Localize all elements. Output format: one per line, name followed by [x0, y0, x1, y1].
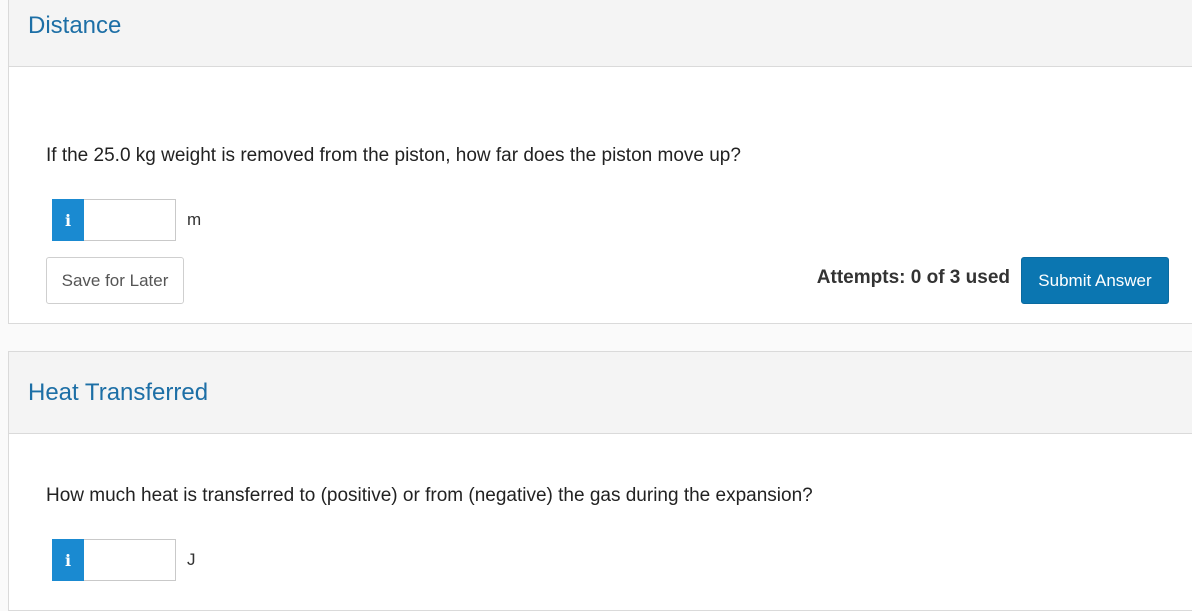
heat-transferred-card-header: Heat Transferred [9, 352, 1192, 434]
info-button-distance[interactable]: i [52, 199, 84, 241]
attempts-counter: Attempts: 0 of 3 used [816, 267, 1010, 288]
unit-label-distance: m [187, 210, 202, 229]
distance-card: Distance If the 25.0 kg weight is remove… [8, 0, 1192, 324]
unit-label-heat-transferred: J [187, 550, 196, 569]
answer-row-distance: i m [52, 199, 201, 241]
question-text-distance: If the 25.0 kg weight is removed from th… [46, 145, 741, 166]
info-icon: i [64, 210, 72, 230]
answer-input-distance[interactable] [84, 199, 176, 241]
answer-input-heat-transferred[interactable] [84, 539, 176, 581]
info-button-heat-transferred[interactable]: i [52, 539, 84, 581]
heat-transferred-card: Heat Transferred How much heat is transf… [8, 351, 1192, 611]
save-for-later-button[interactable]: Save for Later [46, 257, 184, 304]
distance-card-header: Distance [9, 0, 1192, 67]
question-text-heat-transferred: How much heat is transferred to (positiv… [46, 485, 813, 506]
submit-answer-button[interactable]: Submit Answer [1021, 257, 1169, 304]
info-icon: i [64, 550, 72, 570]
section-title-heat-transferred: Heat Transferred [28, 379, 209, 406]
section-title-distance: Distance [28, 12, 122, 39]
answer-row-heat-transferred: i J [52, 539, 196, 581]
